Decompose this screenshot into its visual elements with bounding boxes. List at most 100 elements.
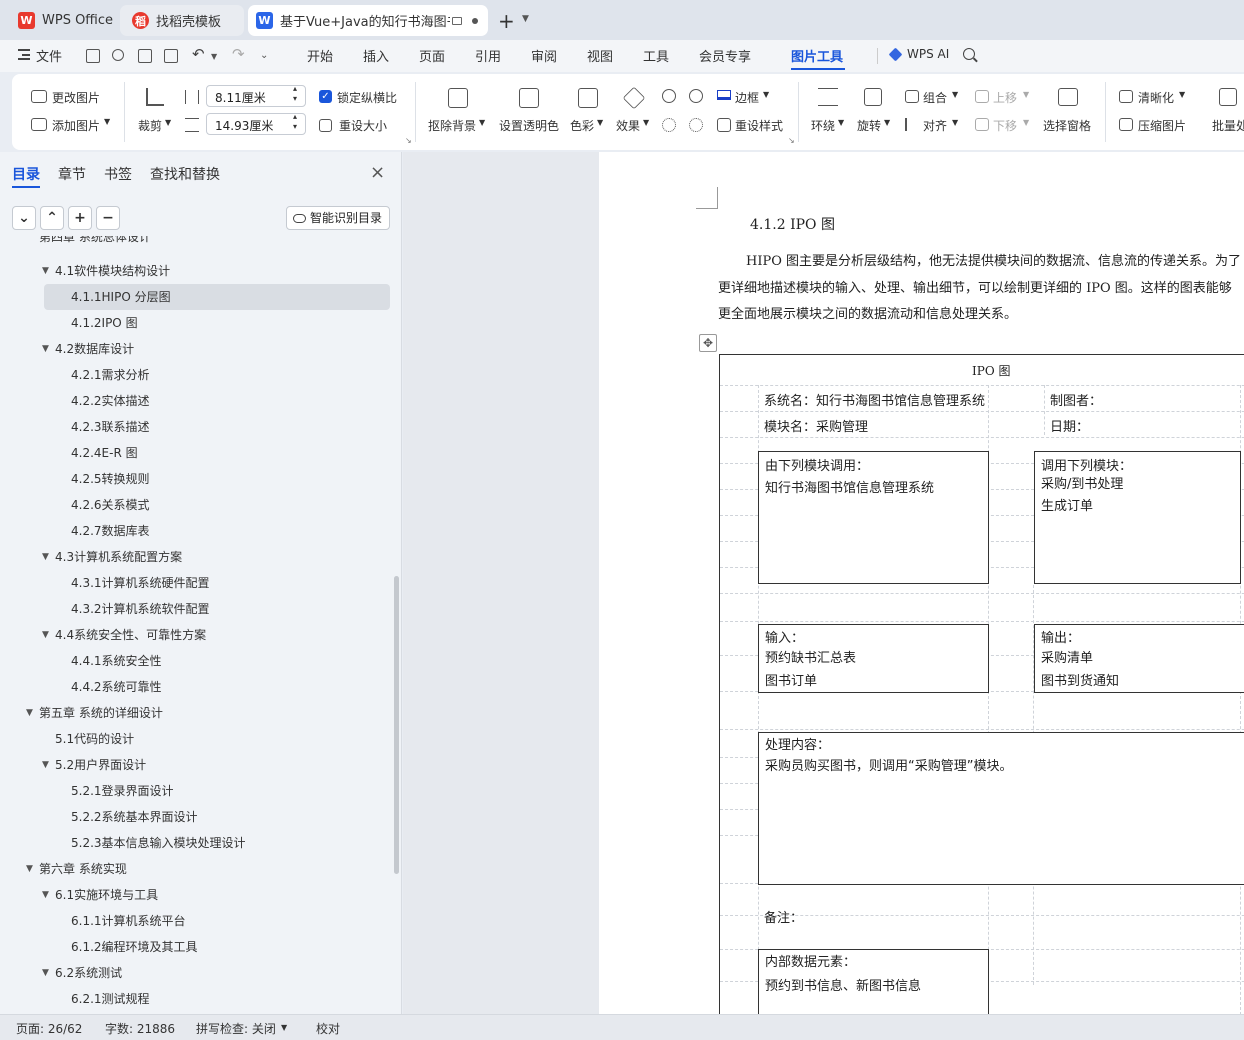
toc-expand-arrow-icon[interactable]: ▼ (42, 622, 49, 648)
move-up-button[interactable]: 上移 (993, 89, 1017, 106)
tab-wps-office[interactable]: W WPS Office (6, 5, 116, 36)
toc-item[interactable]: 5.2.3基本信息输入模块处理设计 (0, 830, 396, 856)
print-preview-icon[interactable] (164, 49, 178, 63)
lock-ratio-checkbox[interactable]: ✓ (319, 90, 332, 103)
toc-item-chapter4[interactable]: 第四章 系统总体设计 (39, 236, 151, 245)
remove-background-button[interactable]: 抠除背景 (428, 117, 476, 134)
crop-dropdown-icon[interactable]: ▼ (165, 118, 171, 127)
toc-item[interactable]: ▼ 4.2数据库设计 (0, 336, 396, 362)
toc-expand-arrow-icon[interactable]: ▼ (42, 258, 49, 284)
toc-item[interactable]: 4.2.2实体描述 (0, 388, 396, 414)
add-image-dropdown-icon[interactable]: ▼ (104, 117, 110, 126)
color-dropdown-icon[interactable]: ▼ (597, 118, 603, 127)
color-button[interactable]: 色彩 (570, 117, 594, 134)
tab-toc[interactable]: 目录 (12, 164, 40, 184)
height-stepper-icon[interactable]: ▴ ▾ (293, 112, 297, 132)
spell-check-dropdown-icon[interactable]: ▼ (281, 1023, 287, 1032)
toc-item[interactable]: 4.2.7数据库表 (0, 518, 396, 544)
tab-find-replace[interactable]: 查找和替换 (150, 164, 220, 184)
menu-view[interactable]: 视图 (587, 46, 613, 65)
close-pane-icon[interactable]: × (370, 162, 385, 183)
menu-review[interactable]: 审阅 (531, 46, 557, 65)
dialog-launcher-icon[interactable]: ↘ (405, 136, 412, 145)
toc-item[interactable]: 4.4.1系统安全性 (0, 648, 396, 674)
height-input[interactable]: 14.93厘米 (206, 113, 306, 135)
toc-item[interactable]: ▼ 6.1实施环境与工具 (0, 882, 396, 908)
toc-item[interactable]: ▼ 5.2用户界面设计 (0, 752, 396, 778)
share-icon[interactable] (112, 49, 124, 61)
remove-heading-button[interactable]: − (96, 206, 120, 230)
tab-template[interactable]: 稻 找稻壳模板 (120, 5, 244, 36)
menu-member[interactable]: 会员专享 (699, 46, 751, 65)
collapse-button[interactable]: ⌄ (12, 206, 36, 230)
toc-item[interactable]: ▼ 6.2系统测试 (0, 960, 396, 986)
toc-item[interactable]: ▼ 4.1软件模块结构设计 (0, 258, 396, 284)
brightness-up-icon[interactable] (662, 89, 676, 103)
smart-toc-button[interactable]: 智能识别目录 (286, 206, 390, 230)
width-stepper-icon[interactable]: ▴ ▾ (293, 84, 297, 104)
tab-document[interactable]: W 基于Vue+Java的知行书海图书 (248, 5, 488, 36)
menu-tools[interactable]: 工具 (643, 46, 669, 65)
style-dialog-launcher-icon[interactable]: ↘ (788, 136, 795, 145)
spell-check-status[interactable]: 拼写检查: 关闭 (196, 1020, 276, 1037)
toc-item[interactable]: 5.1代码的设计 (0, 726, 396, 752)
toc-item[interactable]: ▼ 4.3计算机系统配置方案 (0, 544, 396, 570)
menu-start[interactable]: 开始 (307, 46, 333, 65)
set-transparent-button[interactable]: 设置透明色 (499, 117, 559, 134)
toc-item[interactable]: 6.2.1测试规程 (0, 986, 396, 1012)
toc-item[interactable]: 4.2.4E-R 图 (0, 440, 396, 466)
toc-item[interactable]: 5.2.1登录界面设计 (0, 778, 396, 804)
toc-item[interactable]: 4.3.1计算机系统硬件配置 (0, 570, 396, 596)
rotate-button[interactable]: 旋转 (857, 117, 881, 134)
toc-item[interactable]: 6.1.1计算机系统平台 (0, 908, 396, 934)
more-chevron-icon[interactable]: ⌄ (260, 50, 268, 61)
brightness-down-icon[interactable] (662, 118, 676, 132)
toc-expand-arrow-icon[interactable]: ▼ (42, 960, 49, 986)
toc-expand-arrow-icon[interactable]: ▼ (42, 544, 49, 570)
toc-item[interactable]: 4.2.3联系描述 (0, 414, 396, 440)
tab-chapter[interactable]: 章节 (58, 164, 86, 184)
unsaved-dot-icon[interactable] (472, 17, 478, 24)
crop-button[interactable]: 裁剪 (138, 117, 162, 134)
effect-button[interactable]: 效果 (616, 117, 640, 134)
toc-expand-arrow-icon[interactable]: ▼ (42, 752, 49, 778)
compress-button[interactable]: 压缩图片 (1138, 117, 1186, 134)
add-heading-button[interactable]: + (68, 206, 92, 230)
move-down-dropdown-icon[interactable]: ▼ (1023, 118, 1029, 127)
align-button[interactable]: 对齐 (923, 117, 947, 134)
toc-scrollbar[interactable] (394, 576, 399, 874)
toc-item[interactable]: 4.2.1需求分析 (0, 362, 396, 388)
wrap-button[interactable]: 环绕 (811, 117, 835, 134)
move-up-dropdown-icon[interactable]: ▼ (1023, 90, 1029, 99)
batch-button[interactable]: 批量处理 (1212, 117, 1244, 134)
toc-expand-arrow-icon[interactable]: ▼ (26, 700, 33, 726)
contrast-up-icon[interactable] (689, 89, 703, 103)
reset-style-button[interactable]: 重设样式 (735, 117, 783, 134)
undo-icon[interactable]: ↶ (192, 45, 205, 63)
change-image-button[interactable]: 更改图片 (52, 89, 100, 106)
toc-item[interactable]: ▼ 4.4系统安全性、可靠性方案 (0, 622, 396, 648)
proofread-button[interactable]: 校对 (316, 1020, 340, 1037)
toc-item[interactable]: 4.2.6关系模式 (0, 492, 396, 518)
menu-page[interactable]: 页面 (419, 46, 445, 65)
menu-picture-tools[interactable]: 图片工具 (791, 46, 843, 65)
tab-list-chevron-icon[interactable]: ▼ (522, 14, 529, 24)
menu-wps-ai[interactable]: WPS AI (907, 47, 949, 61)
menu-reference[interactable]: 引用 (475, 46, 501, 65)
select-pane-button[interactable]: 选择窗格 (1043, 117, 1091, 134)
expand-button[interactable]: ⌃ (40, 206, 64, 230)
sharpen-button[interactable]: 清晰化 (1138, 89, 1174, 106)
group-dropdown-icon[interactable]: ▼ (952, 90, 958, 99)
reset-size-button[interactable]: 重设大小 (339, 117, 387, 134)
align-dropdown-icon[interactable]: ▼ (952, 118, 958, 127)
move-down-button[interactable]: 下移 (993, 117, 1017, 134)
toc-item[interactable]: 4.1.1HIPO 分层图 (44, 284, 390, 310)
width-input[interactable]: 8.11厘米 (206, 85, 306, 107)
border-button[interactable]: 边框 (735, 89, 759, 106)
undo-dropdown-icon[interactable]: ▼ (211, 52, 217, 61)
toc-item[interactable]: 4.2.5转换规则 (0, 466, 396, 492)
word-count[interactable]: 字数: 21886 (105, 1020, 175, 1037)
redo-icon[interactable]: ↷ (232, 45, 245, 63)
page-indicator[interactable]: 页面: 26/62 (16, 1020, 82, 1037)
rotate-dropdown-icon[interactable]: ▼ (884, 118, 890, 127)
